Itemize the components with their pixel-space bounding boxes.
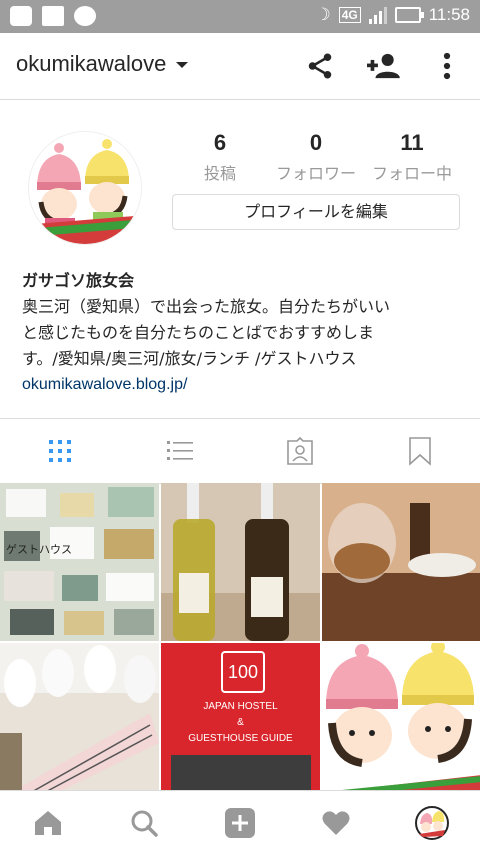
profile-bio: ガサゴソ旅女会 奥三河（愛知県）で出会った旅女。自分たちがいい と感じたものを自… (22, 268, 462, 398)
following-stat[interactable]: 11 フォロー中 (364, 130, 460, 184)
tab-list-view[interactable] (120, 419, 240, 483)
search-icon (131, 810, 158, 837)
battery-icon (394, 7, 424, 23)
gallery-icon (42, 6, 64, 26)
username-switcher[interactable]: okumikawalove (16, 51, 189, 77)
svg-text:ゲストハウス: ゲストハウス (6, 543, 72, 556)
profile-tabs (0, 418, 480, 484)
post-thumbnail[interactable]: 100 JAPAN HOSTEL & GUESTHOUSE GUIDE (161, 643, 320, 801)
bio-line-1: 奥三河（愛知県）で出会った旅女。自分たちがいい (22, 297, 391, 316)
tea-pot-image (322, 483, 480, 641)
tab-saved[interactable] (360, 419, 480, 483)
more-icon[interactable] (432, 51, 462, 81)
bottom-navigation (0, 790, 480, 854)
heart-icon (322, 810, 350, 835)
followers-stat[interactable]: 0 フォロワー (268, 130, 364, 184)
share-icon[interactable] (305, 51, 335, 81)
guidebook-number: 100 (221, 651, 265, 693)
line-icon (10, 6, 32, 26)
profile-avatar-icon (415, 805, 449, 840)
bio-name: ガサゴソ旅女会 (22, 271, 135, 290)
username: okumikawalove (16, 51, 167, 76)
guidebook-title-2: GUESTHOUSE GUIDE (188, 733, 293, 744)
posts-count: 6 (213, 130, 227, 155)
chevron-down-icon (176, 62, 189, 69)
home-icon (35, 810, 61, 835)
add-icon (225, 807, 255, 838)
lte-indicator: 4G (338, 7, 361, 23)
nav-activity[interactable] (288, 791, 384, 854)
bio-link[interactable]: okumikawalove.blog.jp/ (22, 372, 462, 398)
bio-line-3: す。/愛知県/奥三河/旅女/ランチ /ゲストハウス (22, 349, 357, 368)
followers-count: 0 (309, 130, 323, 155)
profile-avatar[interactable] (28, 131, 142, 245)
posts-label: 投稿 (203, 164, 236, 183)
tagged-person-icon (287, 436, 313, 465)
map-collage-image: ゲストハウス (0, 483, 159, 641)
guidebook-title-1: JAPAN HOSTEL (203, 701, 278, 712)
nav-profile[interactable] (384, 791, 480, 854)
profile-header: okumikawalove (0, 33, 480, 100)
tab-grid-view[interactable] (0, 419, 120, 483)
post-thumbnail[interactable] (322, 643, 480, 801)
bio-line-2: と感じたものを自分たちのことばでおすすめしま (22, 323, 375, 342)
post-thumbnail[interactable] (0, 643, 159, 801)
cups-and-note-image (0, 643, 159, 801)
following-count: 11 (400, 130, 424, 155)
status-bar: ☽ 4G 11:58 (0, 0, 480, 33)
followers-label: フォロワー (275, 164, 356, 183)
bookmark-icon (409, 437, 431, 466)
avatar-illustration (29, 132, 141, 244)
oil-bottles-image (161, 483, 320, 641)
nav-home[interactable] (0, 791, 96, 854)
post-thumbnail[interactable] (161, 483, 320, 641)
guidebook-amp: & (237, 717, 244, 728)
posts-grid: ゲストハウス 100 JAPAN HOSTEL & GUESTHOUSE GUI… (0, 483, 480, 801)
post-thumbnail[interactable]: ゲストハウス (0, 483, 159, 641)
following-label: フォロー中 (371, 164, 452, 183)
nav-add[interactable] (192, 791, 288, 854)
post-thumbnail[interactable] (322, 483, 480, 641)
grid-icon (49, 440, 71, 462)
profile-stats: 6 投稿 0 フォロワー 11 フォロー中 (172, 130, 460, 184)
nav-search[interactable] (96, 791, 192, 854)
illustration-girls-image (322, 643, 480, 801)
signal-icon (368, 6, 387, 24)
list-icon (167, 441, 193, 460)
add-person-icon[interactable] (367, 51, 401, 81)
moon-icon: ☽ (315, 5, 331, 24)
posts-stat[interactable]: 6 投稿 (172, 130, 268, 184)
clock: 11:58 (428, 5, 470, 24)
tab-tagged[interactable] (240, 419, 360, 483)
message-icon (74, 6, 96, 26)
edit-profile-button[interactable]: プロフィールを編集 (172, 194, 460, 230)
